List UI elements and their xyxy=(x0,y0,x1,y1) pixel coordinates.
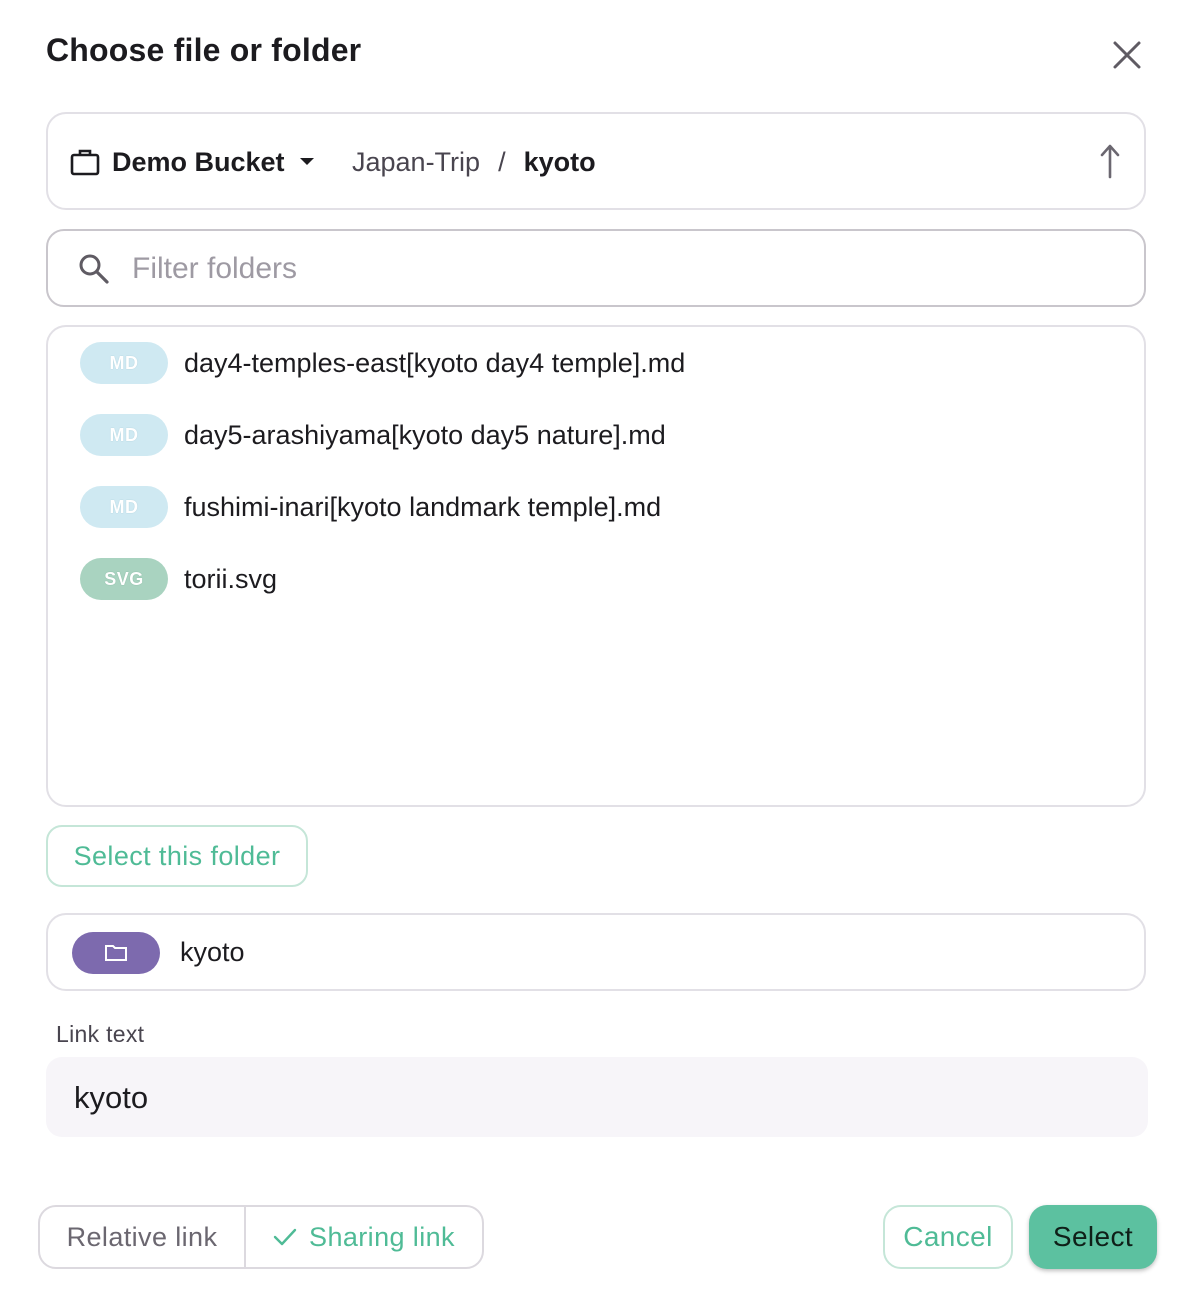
file-name: day4-temples-east[kyoto day4 temple].md xyxy=(184,347,686,378)
file-type-badge: MD xyxy=(80,414,168,456)
link-text-input[interactable] xyxy=(72,1069,1116,1127)
close-button[interactable] xyxy=(1104,32,1150,78)
link-type-toggle: Relative link Sharing link xyxy=(38,1205,484,1269)
arrow-up-icon xyxy=(1100,144,1120,179)
file-name: torii.svg xyxy=(184,563,278,594)
sharing-link-option[interactable]: Sharing link xyxy=(246,1207,482,1267)
breadcrumb-bar: Demo Bucket Japan-Trip / kyoto xyxy=(46,112,1146,210)
file-name: day5-arashiyama[kyoto day5 nature].md xyxy=(184,419,666,450)
chevron-down-icon xyxy=(299,158,314,165)
folder-chip xyxy=(72,932,160,974)
breadcrumb-item-japan-trip[interactable]: Japan-Trip xyxy=(352,147,480,178)
list-item[interactable]: MD day5-arashiyama[kyoto day5 nature].md xyxy=(80,413,666,457)
file-list: MD day4-temples-east[kyoto day4 temple].… xyxy=(46,325,1146,807)
select-button[interactable]: Select xyxy=(1029,1205,1157,1269)
dialog-title: Choose file or folder xyxy=(46,32,362,68)
file-name: fushimi-inari[kyoto landmark temple].md xyxy=(184,491,662,522)
selected-name: kyoto xyxy=(180,937,245,967)
bucket-label: Demo Bucket xyxy=(112,146,285,177)
search-icon xyxy=(79,254,109,284)
filter-input[interactable] xyxy=(130,239,1114,299)
breadcrumb-separator: / xyxy=(498,146,506,177)
file-picker-dialog: Choose file or folder Demo Bucket Japan-… xyxy=(0,0,1196,1306)
list-item[interactable]: MD day4-temples-east[kyoto day4 temple].… xyxy=(80,341,685,385)
list-item[interactable]: SVG torii.svg xyxy=(80,557,277,601)
file-type-badge: MD xyxy=(80,342,168,384)
filter-box xyxy=(46,229,1146,307)
navigate-up-button[interactable] xyxy=(1092,138,1128,184)
briefcase-icon xyxy=(70,149,100,176)
sharing-link-label: Sharing link xyxy=(309,1221,455,1252)
cancel-button[interactable]: Cancel xyxy=(883,1205,1013,1269)
breadcrumb: Japan-Trip / kyoto xyxy=(352,142,596,182)
relative-link-label: Relative link xyxy=(66,1221,218,1252)
select-this-folder-button[interactable]: Select this folder xyxy=(46,825,308,887)
file-type-badge: SVG xyxy=(80,558,168,600)
link-text-field xyxy=(46,1057,1148,1137)
selected-item: kyoto xyxy=(46,913,1146,991)
check-icon xyxy=(273,1228,297,1246)
bucket-selector[interactable]: Demo Bucket xyxy=(70,142,315,182)
close-icon xyxy=(1113,41,1141,69)
relative-link-option[interactable]: Relative link xyxy=(40,1207,246,1267)
file-type-badge: MD xyxy=(80,486,168,528)
folder-icon xyxy=(105,945,127,961)
list-item[interactable]: MD fushimi-inari[kyoto landmark temple].… xyxy=(80,485,661,529)
breadcrumb-item-kyoto: kyoto xyxy=(523,146,596,177)
link-text-label: Link text xyxy=(56,1021,145,1047)
